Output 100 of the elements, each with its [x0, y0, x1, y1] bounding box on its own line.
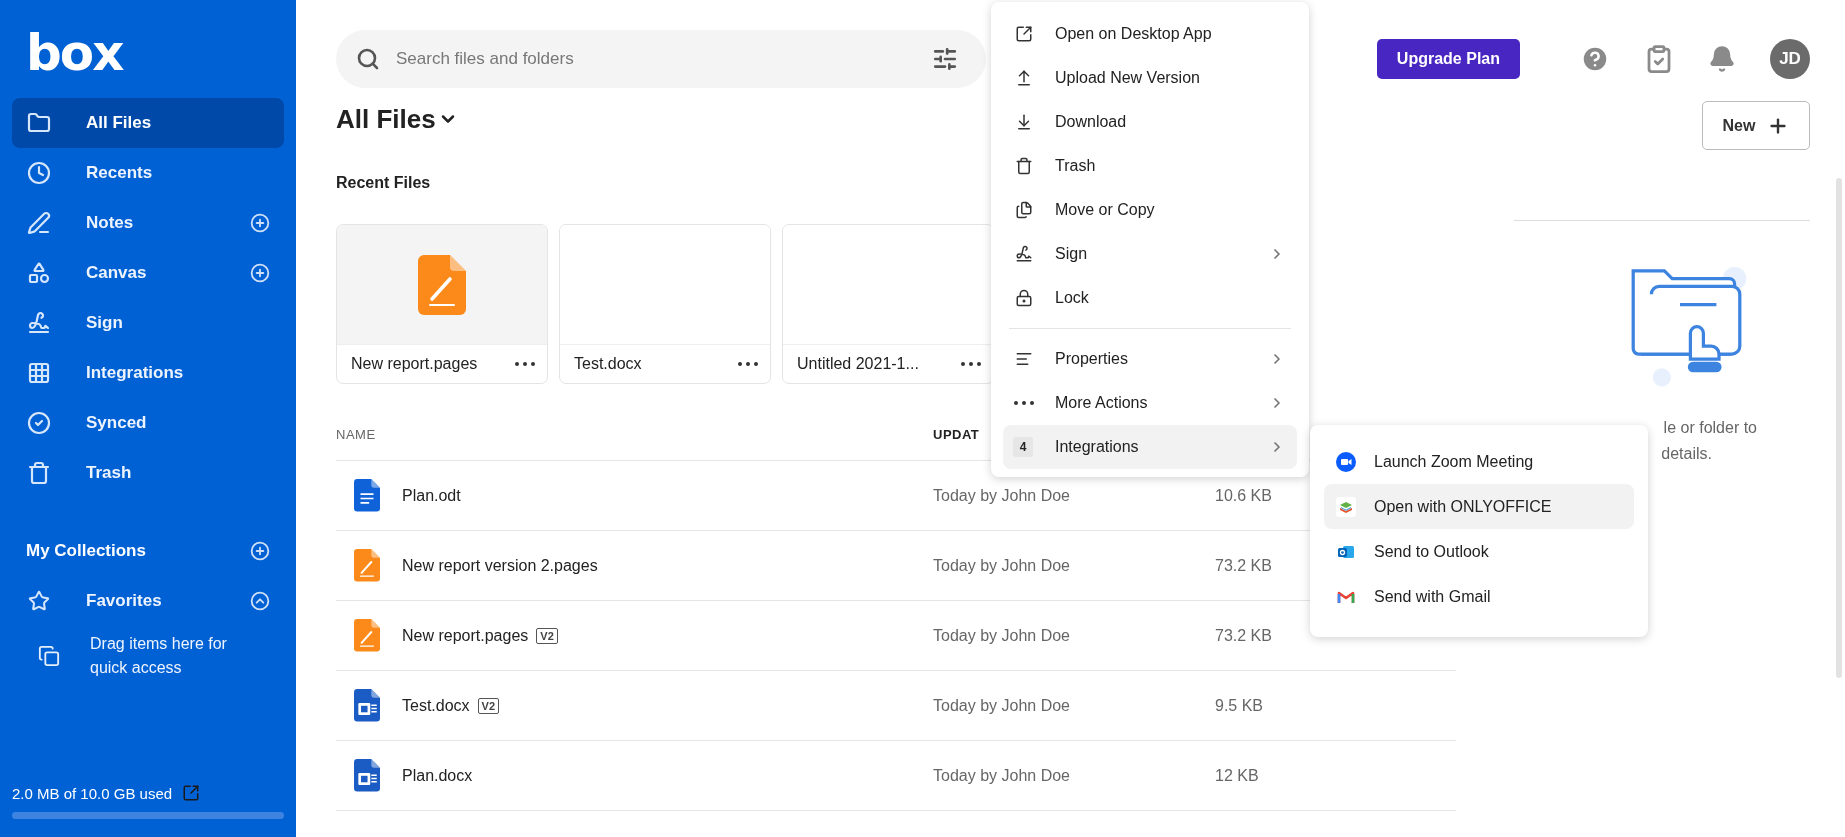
menu-item[interactable]: More Actions	[1003, 381, 1297, 425]
nav-item[interactable]: Integrations	[12, 348, 284, 398]
signature-icon	[27, 311, 51, 335]
table-cell-text: 10.6 KB	[1215, 486, 1273, 505]
copy-icon	[38, 645, 60, 667]
file-name[interactable]: Plan.odt	[402, 486, 461, 505]
filter-icon[interactable]	[932, 46, 958, 72]
video-app-icon	[1336, 451, 1356, 472]
signature-icon	[1015, 245, 1033, 263]
table-cell-text: 73.2 KB	[1215, 626, 1273, 645]
download-icon	[1015, 113, 1033, 131]
nav-item[interactable]: Synced	[12, 398, 284, 448]
bell-icon[interactable]	[1708, 45, 1736, 73]
file-card[interactable]: New report.pages	[336, 224, 548, 384]
file-name: New report.pages	[351, 355, 479, 373]
search-icon	[356, 47, 380, 71]
file-name: Test.docx	[574, 355, 643, 373]
upload-icon	[1015, 69, 1033, 87]
menu-item[interactable]: 4 Integrations	[1003, 425, 1297, 469]
logo[interactable]: box	[12, 28, 123, 98]
pen-icon	[27, 211, 51, 235]
nav-item[interactable]: All Files	[12, 98, 284, 148]
pen-document-icon	[418, 254, 466, 315]
trash-icon	[1015, 157, 1033, 175]
storage-text: 2.0 MB of 10.0 GB used	[12, 784, 173, 802]
menu-item[interactable]: Open with ONLYOFFICE	[1324, 484, 1634, 529]
scrollbar[interactable]	[1836, 178, 1842, 678]
menu-item[interactable]: Sign	[1003, 232, 1297, 276]
nav-item[interactable]: Recents	[12, 148, 284, 198]
grid-icon	[27, 361, 51, 385]
menu-item[interactable]: Launch Zoom Meeting	[1324, 439, 1634, 484]
collapse-icon[interactable]	[250, 591, 270, 611]
menu-item[interactable]: Send with Gmail	[1324, 574, 1634, 619]
nav-item[interactable]: Sign	[12, 298, 284, 348]
avatar[interactable]: JD	[1770, 39, 1810, 79]
table-cell-text: 9.5 KB	[1215, 696, 1265, 715]
more-icon[interactable]	[515, 362, 535, 366]
empty-state-text: le or folder to	[1663, 418, 1757, 438]
add-icon[interactable]	[250, 213, 270, 233]
file-name[interactable]: Test.docx	[402, 696, 470, 715]
file-name[interactable]: Plan.docx	[402, 766, 473, 785]
table-cell-text: Today by John Doe	[933, 696, 1071, 715]
section-title: Recent Files	[336, 173, 432, 193]
file-name: Untitled 2021-1...	[797, 355, 920, 373]
more-icon[interactable]	[738, 362, 758, 366]
section-title: My Collections	[26, 541, 147, 561]
table-cell-text: Today by John Doe	[933, 766, 1071, 785]
search-bar[interactable]: Search files and folders	[336, 30, 986, 88]
table-cell-text: 12 KB	[1215, 766, 1260, 785]
menu-item[interactable]: Move or Copy	[1003, 188, 1297, 232]
shapes-icon	[27, 261, 51, 285]
search-field[interactable]: Search files and folders	[394, 48, 918, 70]
pen-document-icon	[354, 619, 380, 652]
stacked-layers-icon	[1336, 496, 1356, 517]
check-circle-icon	[27, 411, 51, 435]
external-link-icon	[1015, 25, 1033, 43]
version-tag: V2	[536, 627, 558, 644]
file-card[interactable]: Test.docx	[559, 224, 771, 384]
more-icon[interactable]	[961, 362, 981, 366]
trash-icon	[27, 461, 51, 485]
version-tag: V2	[477, 697, 500, 714]
menu-item[interactable]: Send to Outlook	[1324, 529, 1634, 574]
word-document-icon	[354, 689, 380, 722]
nav-item[interactable]: Notes	[12, 198, 284, 248]
table-cell-text: 73.2 KB	[1215, 556, 1273, 575]
menu-item[interactable]: Open on Desktop App	[1003, 12, 1297, 56]
file-name[interactable]: New report version 2.pages	[402, 556, 598, 575]
count-badge: 4	[1013, 437, 1033, 457]
file-card[interactable]: Untitled 2021-1...	[782, 224, 994, 384]
column-header[interactable]: NAME	[336, 427, 933, 442]
menu-item[interactable]: Download	[1003, 100, 1297, 144]
menu-item[interactable]: Upload New Version	[1003, 56, 1297, 100]
file-name[interactable]: New report.pages	[402, 626, 529, 645]
more-icon[interactable]	[1014, 401, 1034, 405]
nav-item[interactable]: Favorites	[12, 576, 284, 626]
table-cell-text: Today by John Doe	[933, 626, 1071, 645]
table-cell-text: Today by John Doe	[933, 486, 1071, 505]
pen-document-icon	[354, 549, 380, 582]
folder-icon	[27, 111, 51, 135]
empty-state-text: details.	[1661, 444, 1712, 464]
help-icon[interactable]	[1580, 44, 1610, 74]
new-button[interactable]: New	[1702, 101, 1810, 150]
clock-icon	[27, 161, 51, 185]
nav-item[interactable]: Canvas	[12, 248, 284, 298]
upgrade-button[interactable]: Upgrade Plan	[1376, 39, 1520, 79]
menu-item[interactable]: Trash	[1003, 144, 1297, 188]
add-icon[interactable]	[250, 263, 270, 283]
table-cell-text: Today by John Doe	[933, 556, 1071, 575]
lines-icon	[1015, 350, 1033, 368]
page-title[interactable]: All Files	[336, 103, 436, 135]
hint-text: Drag items here for quick access	[90, 634, 228, 678]
document-icon	[354, 479, 380, 512]
menu-item[interactable]: Properties	[1003, 337, 1297, 381]
lock-icon	[1015, 289, 1033, 307]
star-icon	[28, 590, 50, 612]
nav-item[interactable]: Trash	[12, 448, 284, 498]
add-icon[interactable]	[250, 541, 270, 561]
copy-icon	[1015, 201, 1033, 219]
menu-item[interactable]: Lock	[1003, 276, 1297, 320]
external-link-icon[interactable]	[182, 784, 201, 802]
